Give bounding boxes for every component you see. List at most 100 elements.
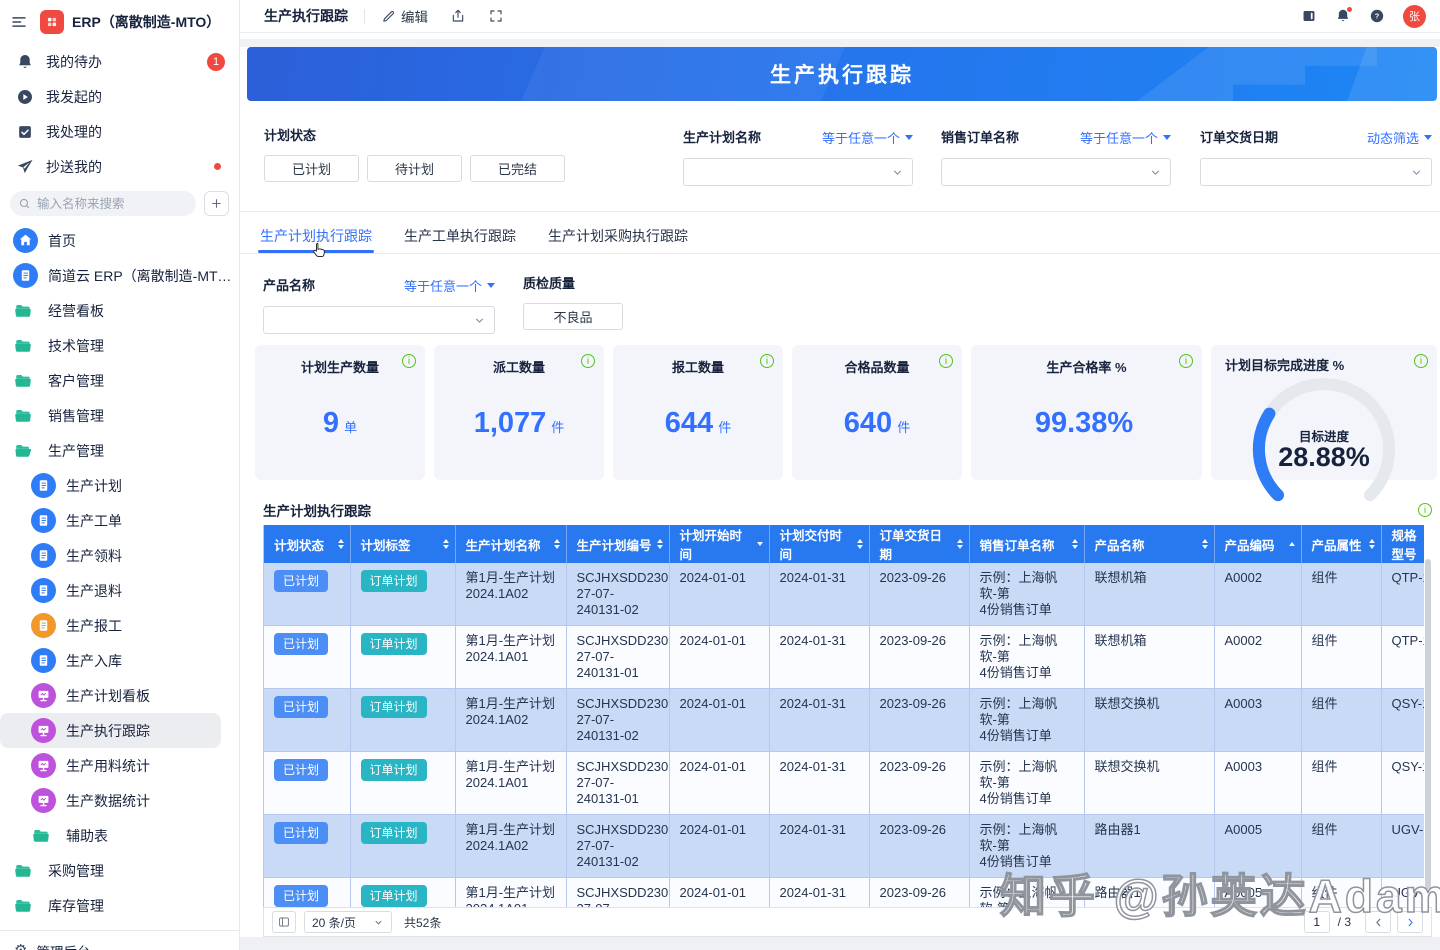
- quality-option-button[interactable]: 不良品: [523, 303, 623, 330]
- table-cell: 联想机箱: [1084, 563, 1214, 626]
- tag-badge[interactable]: 订单计划: [361, 885, 427, 907]
- sidebar-quick-item[interactable]: 我发起的: [0, 79, 239, 114]
- tag-badge[interactable]: 订单计划: [361, 822, 427, 844]
- info-icon[interactable]: [1418, 503, 1432, 517]
- sidebar-item-page[interactable]: 生产入库: [0, 643, 239, 678]
- plan-name-select[interactable]: [683, 158, 913, 186]
- order-name-select[interactable]: [941, 158, 1171, 186]
- sidebar-item-folder[interactable]: 辅助表: [0, 818, 239, 853]
- tag-badge[interactable]: 订单计划: [361, 570, 427, 592]
- column-header[interactable]: 生产计划编号: [566, 525, 669, 563]
- sidebar-quick-item[interactable]: 我处理的: [0, 114, 239, 149]
- table-cell: 已计划: [264, 815, 350, 878]
- sidebar-item-page[interactable]: 生产计划: [0, 468, 239, 503]
- search-input[interactable]: [37, 197, 188, 211]
- column-settings-button[interactable]: [272, 911, 296, 933]
- product-name-select[interactable]: [263, 306, 495, 334]
- sidebar-item-folder[interactable]: 技术管理: [0, 328, 239, 363]
- status-badge[interactable]: 已计划: [274, 633, 328, 655]
- info-icon[interactable]: [760, 354, 774, 368]
- sidebar-item-page[interactable]: 生产执行跟踪: [0, 713, 221, 748]
- tab[interactable]: 生产工单执行跟踪: [402, 220, 518, 253]
- table-row[interactable]: 已计划订单计划第1月-生产计划 2024.1A01SCJHXSDD2309 27…: [264, 752, 1424, 815]
- info-icon[interactable]: [939, 354, 953, 368]
- notifications-button[interactable]: [1335, 8, 1351, 24]
- column-header[interactable]: 产品名称: [1084, 525, 1214, 563]
- sidebar-item-page[interactable]: 生产工单: [0, 503, 239, 538]
- sidebar-nav: 首页简道云 ERP（离散制造-MTO）…经营看板技术管理客户管理销售管理生产管理…: [0, 223, 239, 923]
- column-header[interactable]: 产品编码: [1214, 525, 1301, 563]
- column-header[interactable]: 规格型号: [1381, 525, 1424, 563]
- sidebar-item-page[interactable]: 简道云 ERP（离散制造-MTO）…: [0, 258, 239, 293]
- info-icon[interactable]: [1179, 354, 1193, 368]
- status-badge[interactable]: 已计划: [274, 570, 328, 592]
- plan-status-option[interactable]: 待计划: [367, 155, 462, 182]
- user-avatar[interactable]: 张: [1403, 5, 1426, 28]
- table-row[interactable]: 已计划订单计划第1月-生产计划 2024.1A02SCJHXSDD2309 27…: [264, 563, 1424, 626]
- search-input-wrap[interactable]: [10, 191, 196, 216]
- vertical-scrollbar[interactable]: [1425, 559, 1431, 889]
- sidebar-item-page[interactable]: 生产退料: [0, 573, 239, 608]
- column-header[interactable]: 生产计划名称: [455, 525, 566, 563]
- column-header[interactable]: 计划状态: [264, 525, 350, 563]
- info-icon[interactable]: [581, 354, 595, 368]
- column-header[interactable]: 计划交付时间: [769, 525, 869, 563]
- sidebar-item-folder[interactable]: 生产管理: [0, 433, 239, 468]
- plan-status-option[interactable]: 已完结: [470, 155, 565, 182]
- tag-badge[interactable]: 订单计划: [361, 633, 427, 655]
- prev-page-button[interactable]: [1365, 911, 1391, 933]
- sidebar-item-page[interactable]: 生产用料统计: [0, 748, 239, 783]
- table-row[interactable]: 已计划订单计划第1月-生产计划 2024.1A01SCJHXSDD2309 27…: [264, 878, 1424, 908]
- add-app-button[interactable]: [204, 191, 229, 216]
- chevron-down-icon: [891, 166, 904, 179]
- column-header[interactable]: 产品属性: [1301, 525, 1381, 563]
- column-header[interactable]: 订单交货日期: [869, 525, 969, 563]
- sidebar-quick-item[interactable]: 我的待办1: [0, 44, 239, 79]
- status-badge[interactable]: 已计划: [274, 822, 328, 844]
- column-header[interactable]: 计划开始时间: [669, 525, 769, 563]
- column-header[interactable]: 计划标签: [350, 525, 455, 563]
- sidebar-item-folder[interactable]: 销售管理: [0, 398, 239, 433]
- sidebar-item-page[interactable]: 生产数据统计: [0, 783, 239, 818]
- plan-status-option[interactable]: 已计划: [264, 155, 359, 182]
- column-header[interactable]: 销售订单名称: [969, 525, 1084, 563]
- edit-button[interactable]: 编辑: [381, 6, 428, 26]
- sidebar-item-folder[interactable]: 经营看板: [0, 293, 239, 328]
- page-size-select[interactable]: 20 条/页: [304, 911, 392, 933]
- sidebar-item-page[interactable]: 生产领料: [0, 538, 239, 573]
- sidebar-item-folder[interactable]: 库存管理: [0, 888, 239, 923]
- admin-console-link[interactable]: ⚙ 管理后台: [0, 930, 239, 950]
- stat-card: 生产合格率 % 99.38%: [971, 345, 1202, 480]
- info-icon[interactable]: [1414, 354, 1428, 368]
- tag-badge[interactable]: 订单计划: [361, 759, 427, 781]
- table-row[interactable]: 已计划订单计划第1月-生产计划 2024.1A02SCJHXSDD2309 27…: [264, 689, 1424, 752]
- delivery-date-select[interactable]: [1200, 158, 1432, 186]
- tag-badge[interactable]: 订单计划: [361, 696, 427, 718]
- tab[interactable]: 生产计划采购执行跟踪: [546, 220, 690, 253]
- table-row[interactable]: 已计划订单计划第1月-生产计划 2024.1A01SCJHXSDD2309 27…: [264, 626, 1424, 689]
- sidebar-item-folder[interactable]: 采购管理: [0, 853, 239, 888]
- table-cell: SCJHXSDD2309 27-07-240131-01: [566, 626, 669, 689]
- sidebar-item-page[interactable]: 生产计划看板: [0, 678, 239, 713]
- operator-dropdown[interactable]: 等于任意一个: [1080, 128, 1171, 147]
- fullscreen-button[interactable]: [488, 8, 504, 24]
- operator-dropdown[interactable]: 等于任意一个: [822, 128, 913, 147]
- table-cell: 组件: [1301, 563, 1381, 626]
- status-badge[interactable]: 已计划: [274, 696, 328, 718]
- current-page-input[interactable]: 1: [1304, 911, 1330, 933]
- sidebar-quick-item[interactable]: 抄送我的: [0, 149, 239, 184]
- operator-dropdown[interactable]: 等于任意一个: [404, 276, 495, 295]
- status-badge[interactable]: 已计划: [274, 885, 328, 907]
- help-button[interactable]: ?: [1369, 8, 1385, 24]
- table-row[interactable]: 已计划订单计划第1月-生产计划 2024.1A02SCJHXSDD2309 27…: [264, 815, 1424, 878]
- sidebar-item-page[interactable]: 生产报工: [0, 608, 239, 643]
- info-icon[interactable]: [402, 354, 416, 368]
- operator-dropdown[interactable]: 动态筛选: [1367, 128, 1432, 147]
- workspace-switcher-button[interactable]: [1301, 8, 1317, 24]
- share-button[interactable]: [450, 8, 466, 24]
- hamburger-menu-icon[interactable]: [10, 13, 28, 31]
- sidebar-item-page[interactable]: 首页: [0, 223, 239, 258]
- next-page-button[interactable]: [1397, 911, 1423, 933]
- sidebar-item-folder[interactable]: 客户管理: [0, 363, 239, 398]
- status-badge[interactable]: 已计划: [274, 759, 328, 781]
